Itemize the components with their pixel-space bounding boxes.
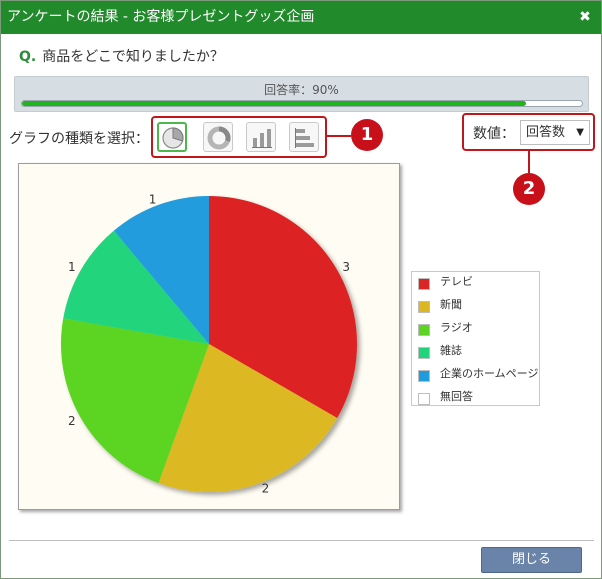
- question-text: 商品をどこで知りましたか？: [42, 49, 224, 65]
- pie-chart: 3 2 2 1 1: [60, 192, 357, 496]
- donut-chart-button[interactable]: [203, 122, 233, 152]
- pie-value-label: 1: [149, 192, 157, 206]
- footer-divider: [9, 540, 594, 541]
- response-rate-panel: 回答率：90%: [14, 76, 589, 112]
- horizontal-bar-chart-button[interactable]: [289, 122, 319, 152]
- pie-value-label: 2: [68, 414, 76, 428]
- question-prefix: Q.: [19, 49, 37, 65]
- legend-swatch: [418, 301, 430, 313]
- pie-value-label: 2: [262, 482, 270, 496]
- callout-badge-2: 2: [513, 173, 545, 205]
- chart-area: 3 2 2 1 1: [18, 163, 400, 510]
- value-mode-selected: 回答数: [526, 125, 566, 140]
- legend-swatch: [418, 324, 430, 336]
- donut-chart-icon: [207, 126, 231, 150]
- legend-label: 雑誌: [440, 344, 462, 357]
- legend-swatch: [418, 347, 430, 359]
- horizontal-bar-chart-icon: [295, 128, 314, 148]
- legend-item: 無回答: [418, 390, 538, 407]
- window-title: アンケートの結果 - お客様プレゼントグッズ企画: [7, 9, 315, 25]
- callout-1-connector: [327, 135, 351, 137]
- legend-swatch: [418, 393, 430, 405]
- legend-item: 新聞: [418, 298, 538, 315]
- pie-value-label: 1: [68, 260, 76, 274]
- chart-legend: テレビ新聞ラジオ雑誌企業のホームページ 無回答: [411, 271, 540, 406]
- callout-2-connector: [528, 151, 530, 173]
- legend-label: 企業のホームページ: [440, 367, 539, 380]
- chevron-down-icon: ▼: [576, 127, 584, 138]
- close-icon[interactable]: ✖: [577, 1, 593, 34]
- value-mode-select[interactable]: 回答数 ▼: [520, 120, 590, 145]
- legend-item: 企業のホームページ: [418, 367, 539, 384]
- legend-label: 無回答: [440, 390, 473, 403]
- legend-label: テレビ: [440, 275, 473, 288]
- chart-type-selector: [151, 116, 327, 158]
- legend-label: 新聞: [440, 298, 462, 311]
- bar-chart-button[interactable]: [246, 122, 276, 152]
- survey-results-dialog: アンケートの結果 - お客様プレゼントグッズ企画 ✖ Q. 商品をどこで知りました…: [0, 0, 602, 579]
- pie-chart-button[interactable]: [157, 122, 187, 152]
- legend-label: ラジオ: [440, 321, 473, 334]
- value-mode-label: 数値：: [473, 126, 515, 142]
- pie-chart-icon: [162, 127, 184, 149]
- legend-item: テレビ: [418, 275, 538, 292]
- legend-item: ラジオ: [418, 321, 538, 338]
- close-button[interactable]: 閉じる: [481, 547, 582, 573]
- response-rate-fill: [22, 101, 526, 106]
- value-mode-group: 数値： 回答数 ▼: [462, 113, 595, 151]
- legend-item: 雑誌: [418, 344, 538, 361]
- pie-value-label: 3: [342, 260, 350, 274]
- bar-chart-icon: [252, 129, 272, 148]
- title-bar: アンケートの結果 - お客様プレゼントグッズ企画 ✖: [1, 1, 601, 34]
- legend-swatch: [418, 370, 430, 382]
- callout-badge-1: 1: [351, 119, 383, 151]
- response-rate-bar: [21, 100, 583, 107]
- response-rate-label: 回答率：90%: [264, 83, 339, 97]
- chart-type-label: グラフの種類を選択：: [9, 131, 149, 147]
- legend-swatch: [418, 278, 430, 290]
- question: Q. 商品をどこで知りましたか？: [19, 46, 224, 66]
